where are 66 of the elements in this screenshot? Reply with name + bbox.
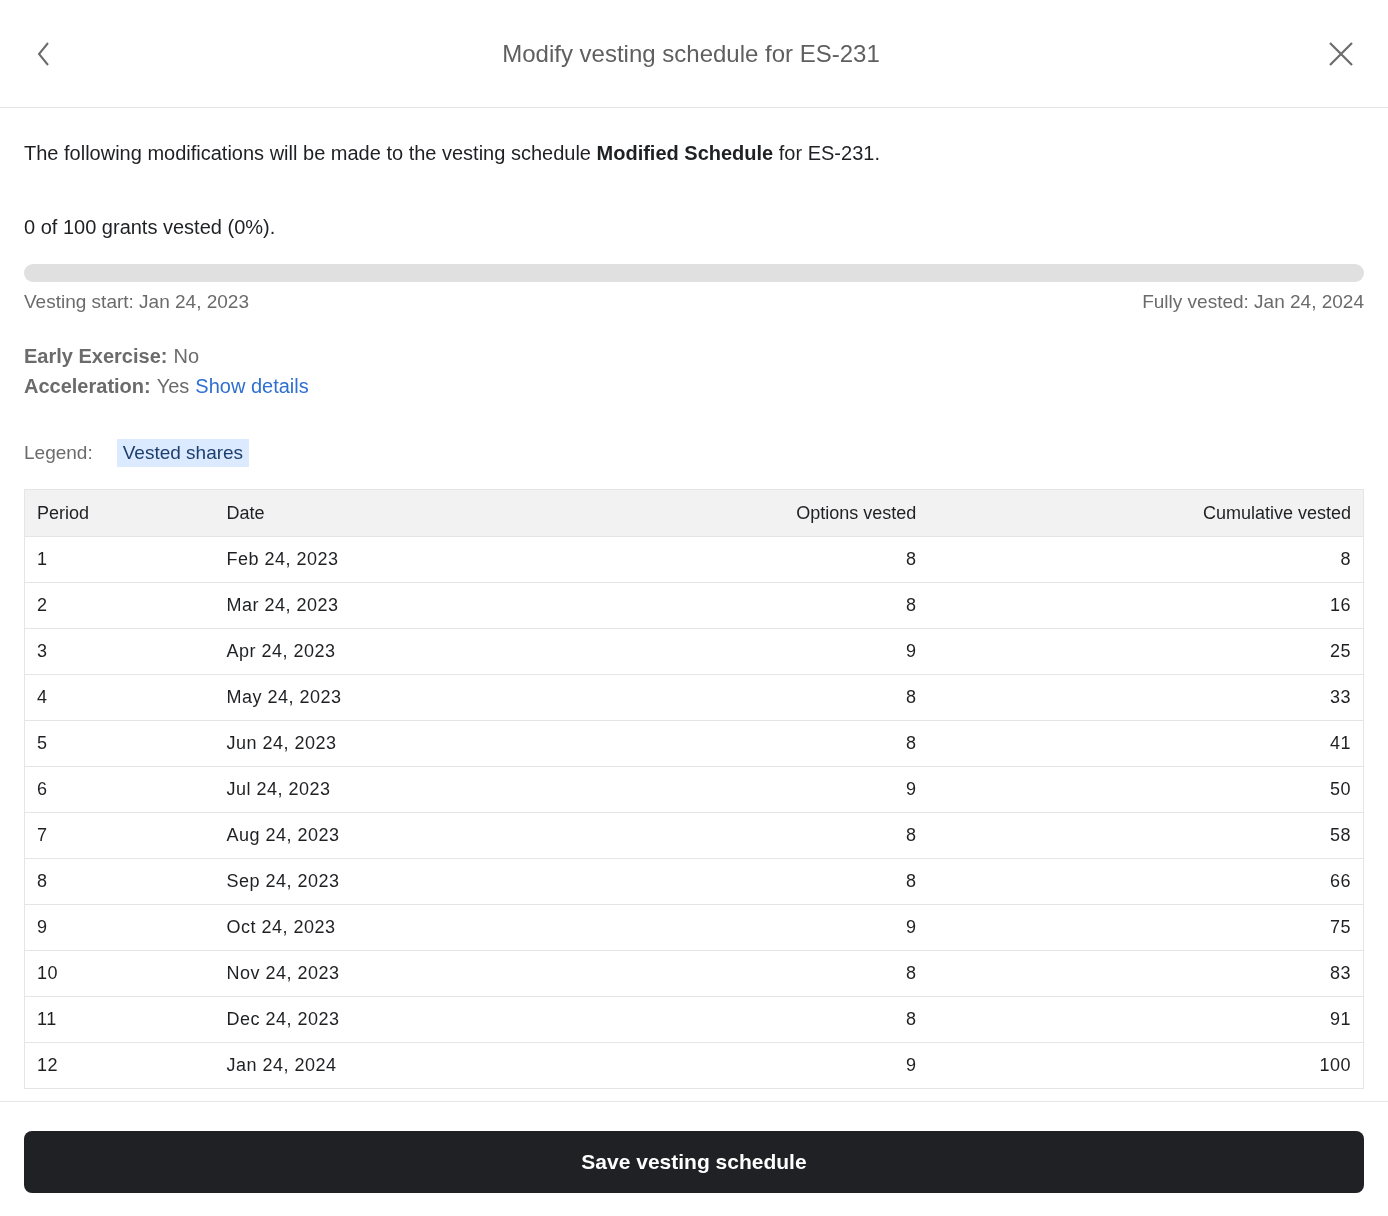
- column-header: Options vested: [565, 489, 929, 537]
- table-cell: 25: [928, 628, 1364, 675]
- vested-summary: 0 of 100 grants vested (0%).: [24, 215, 277, 240]
- table-cell: 75: [928, 904, 1364, 951]
- table-cell: May 24, 2023: [214, 674, 566, 721]
- table-cell: 6: [24, 766, 215, 813]
- table-cell: 8: [565, 582, 929, 629]
- column-header: Date: [214, 489, 566, 537]
- close-icon: [1328, 40, 1354, 67]
- table-cell: Jul 24, 2023: [214, 766, 566, 813]
- table-cell: 4: [24, 674, 215, 721]
- save-button[interactable]: Save vesting schedule: [24, 1131, 1364, 1193]
- table-cell: 2: [24, 582, 215, 629]
- table-cell: Sep 24, 2023: [214, 858, 566, 905]
- table-cell: 8: [24, 858, 215, 905]
- fully-vested: Fully vested: Jan 24, 2024: [1142, 290, 1364, 314]
- table-cell: 9: [565, 1042, 929, 1089]
- detail-label: Acceleration:: [24, 373, 151, 399]
- table-cell: Feb 24, 2023: [214, 536, 566, 583]
- table-cell: Dec 24, 2023: [214, 996, 566, 1043]
- legend-item: Vested shares: [116, 438, 250, 467]
- table-cell: 58: [928, 812, 1364, 859]
- table-cell: Jan 24, 2024: [214, 1042, 566, 1089]
- table-cell: 9: [24, 904, 215, 951]
- table-cell: 7: [24, 812, 215, 859]
- table-cell: Mar 24, 2023: [214, 582, 566, 629]
- table-cell: 1: [24, 536, 215, 583]
- dialog-title: Modify vesting schedule for ES-231: [502, 38, 880, 69]
- table-cell: 11: [24, 996, 215, 1043]
- table-cell: 16: [928, 582, 1364, 629]
- table-cell: 50: [928, 766, 1364, 813]
- table-cell: Nov 24, 2023: [214, 950, 566, 997]
- table-cell: 9: [565, 628, 929, 675]
- table-cell: 41: [928, 720, 1364, 767]
- table-cell: 8: [565, 950, 929, 997]
- column-header: Cumulative vested: [928, 489, 1364, 537]
- table-cell: 10: [24, 950, 215, 997]
- detail-label: Early Exercise:: [24, 343, 168, 369]
- table-cell: 12: [24, 1042, 215, 1089]
- table-cell: 8: [565, 996, 929, 1043]
- table-cell: 83: [928, 950, 1364, 997]
- table-cell: 3: [24, 628, 215, 675]
- table-cell: Aug 24, 2023: [214, 812, 566, 859]
- table-cell: 8: [565, 858, 929, 905]
- table-cell: Jun 24, 2023: [214, 720, 566, 767]
- table-cell: 91: [928, 996, 1364, 1043]
- table-cell: 100: [928, 1042, 1364, 1089]
- table-cell: 8: [565, 720, 929, 767]
- table-cell: Oct 24, 2023: [214, 904, 566, 951]
- table-cell: Apr 24, 2023: [214, 628, 566, 675]
- table-cell: 9: [565, 904, 929, 951]
- table-cell: 8: [565, 674, 929, 721]
- table-cell: 9: [565, 766, 929, 813]
- vesting-start: Vesting start: Jan 24, 2023: [24, 290, 249, 314]
- table-cell: 8: [565, 536, 929, 583]
- show-details-link[interactable]: Show details: [195, 370, 309, 401]
- column-header: Period: [24, 489, 215, 537]
- detail-value: Yes: [156, 373, 190, 399]
- legend-label: Legend:: [24, 440, 93, 465]
- table-cell: 8: [928, 536, 1364, 583]
- intro-text: The following modifications will be made to the vesting schedule Modified Schedule for ES-231.: [24, 141, 881, 166]
- table-cell: 66: [928, 858, 1364, 905]
- detail-value: No: [173, 343, 199, 369]
- table-cell: 8: [565, 812, 929, 859]
- table-cell: 5: [24, 720, 215, 767]
- table-cell: 33: [928, 674, 1364, 721]
